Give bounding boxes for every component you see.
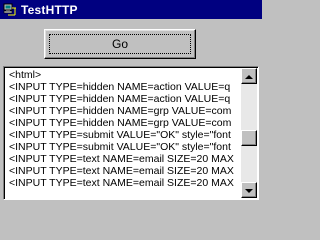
response-line: <INPUT TYPE=text NAME=email SIZE=20 MAX xyxy=(9,165,234,177)
window-title: TestHTTP xyxy=(21,2,78,17)
response-line: <INPUT TYPE=submit VALUE="OK" style="fon… xyxy=(9,129,231,141)
response-line: <INPUT TYPE=hidden NAME=action VALUE=q xyxy=(9,81,231,93)
response-line: <INPUT TYPE=submit VALUE="OK" style="fon… xyxy=(9,141,231,153)
response-line: <INPUT TYPE=hidden NAME=action VALUE=q xyxy=(9,93,231,105)
vertical-scrollbar[interactable] xyxy=(241,68,257,198)
scroll-up-button[interactable] xyxy=(241,68,257,84)
response-line: <INPUT TYPE=text NAME=email SIZE=20 MAX xyxy=(9,177,234,189)
scroll-up-arrow-icon xyxy=(245,67,253,85)
go-button-label: Go xyxy=(49,34,191,54)
network-computer-icon xyxy=(3,3,17,17)
scrollbar-thumb[interactable] xyxy=(241,130,257,146)
response-line: <INPUT TYPE=hidden NAME=grp VALUE=com xyxy=(9,117,232,129)
go-button[interactable]: Go xyxy=(44,29,196,59)
response-line: <INPUT TYPE=hidden NAME=grp VALUE=com xyxy=(9,105,232,117)
response-line: <html> xyxy=(9,69,42,81)
response-text-lines: <html> <INPUT TYPE=hidden NAME=action VA… xyxy=(9,69,237,189)
response-line: <INPUT TYPE=text NAME=email SIZE=20 MAX xyxy=(9,153,234,165)
title-bar: TestHTTP xyxy=(0,0,262,19)
scroll-down-button[interactable] xyxy=(241,182,257,198)
response-text-area[interactable]: <html> <INPUT TYPE=hidden NAME=action VA… xyxy=(3,66,259,200)
scroll-down-arrow-icon xyxy=(245,181,253,199)
